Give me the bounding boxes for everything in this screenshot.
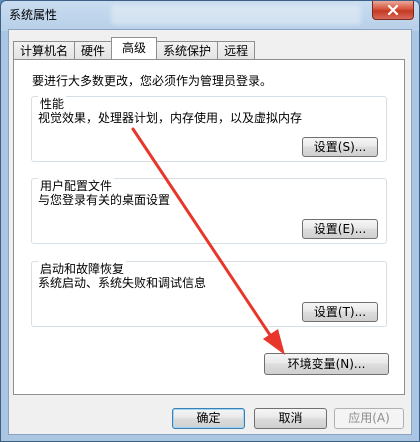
dialog-client-area: 计算机名 硬件 高级 系统保护 远程 要进行大多数更改，您必须作为管理员登录。 … <box>8 29 412 435</box>
system-properties-window: 系统属性 计算机名 硬件 高级 系统保护 远程 要进行大多数更改，您必须作为管理… <box>0 0 420 442</box>
environment-variables-button[interactable]: 环境变量(N)... <box>264 353 389 375</box>
tab-strip: 计算机名 硬件 高级 系统保护 远程 <box>13 37 256 59</box>
performance-description: 视觉效果，处理器计划，内存使用，以及虚拟内存 <box>38 111 303 125</box>
tab-hardware[interactable]: 硬件 <box>74 41 112 59</box>
admin-note: 要进行大多数更改，您必须作为管理员登录。 <box>32 74 273 88</box>
tab-remote[interactable]: 远程 <box>217 41 256 59</box>
window-title: 系统属性 <box>9 8 58 22</box>
startup-recovery-group: 启动和故障恢复 系统启动、系统失败和调试信息 设置(T)... <box>31 260 387 327</box>
startup-recovery-settings-button[interactable]: 设置(T)... <box>302 302 378 322</box>
title-bar-glow <box>111 5 361 25</box>
tab-computer-name[interactable]: 计算机名 <box>13 41 75 59</box>
user-profile-settings-button[interactable]: 设置(E)... <box>302 219 378 239</box>
title-bar[interactable]: 系统属性 <box>1 1 419 29</box>
performance-group: 性能 视觉效果，处理器计划，内存使用，以及虚拟内存 设置(S)... <box>31 95 387 162</box>
close-icon <box>387 5 399 15</box>
cancel-button[interactable]: 取消 <box>254 408 327 429</box>
tab-system-protection[interactable]: 系统保护 <box>157 41 218 59</box>
advanced-tab-panel: 要进行大多数更改，您必须作为管理员登录。 性能 视觉效果，处理器计划，内存使用，… <box>13 59 405 395</box>
tab-advanced[interactable]: 高级 <box>111 37 158 59</box>
performance-settings-button[interactable]: 设置(S)... <box>302 137 378 157</box>
startup-recovery-description: 系统启动、系统失败和调试信息 <box>38 276 207 290</box>
user-profile-description: 与您登录有关的桌面设置 <box>38 193 171 207</box>
close-button[interactable] <box>372 1 414 20</box>
apply-button[interactable]: 应用(A) <box>334 408 404 429</box>
ok-button[interactable]: 确定 <box>172 408 245 429</box>
user-profile-group: 用户配置文件 与您登录有关的桌面设置 设置(E)... <box>31 177 387 244</box>
